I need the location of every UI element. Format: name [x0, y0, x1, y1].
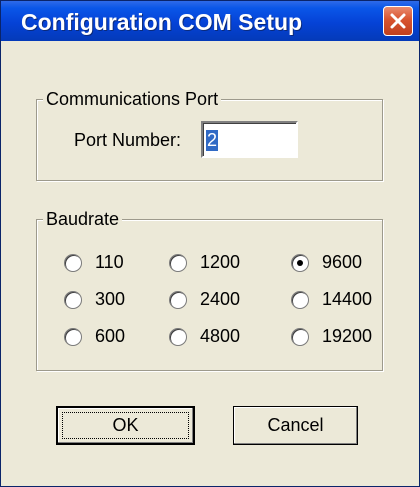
radio-label: 2400 [200, 289, 241, 309]
radio-label: 600 [95, 326, 126, 346]
close-icon [390, 13, 406, 29]
radio-label: 9600 [322, 252, 363, 272]
port-number-value: 2 [206, 130, 219, 151]
cancel-button-label: Cancel [267, 415, 324, 435]
port-number-label: Port Number: [74, 130, 182, 150]
communications-port-legend: Communications Port [43, 89, 222, 110]
cancel-button[interactable]: Cancel [233, 406, 358, 445]
radio-label: 1200 [200, 252, 241, 272]
radio-circle [64, 328, 82, 346]
radio-circle [291, 328, 309, 346]
window-title: Configuration COM Setup [21, 9, 303, 35]
radio-label: 110 [95, 252, 124, 272]
radio-label: 4800 [200, 326, 241, 346]
radio-circle [291, 254, 309, 272]
radio-circle [169, 328, 187, 346]
radio-label: 14400 [322, 289, 373, 309]
focus-rectangle [62, 412, 189, 439]
ok-button[interactable]: OK [56, 406, 195, 445]
radio-selected-dot [297, 260, 303, 266]
dialog-window: Configuration COM Setup Communications P… [0, 0, 420, 487]
radio-label: 300 [95, 289, 126, 309]
radio-circle [291, 291, 309, 309]
radio-circle [169, 254, 187, 272]
title-bar[interactable]: Configuration COM Setup [1, 1, 419, 41]
radio-circle [64, 254, 82, 272]
radio-circle [64, 291, 82, 309]
radio-circle [169, 291, 187, 309]
close-button[interactable] [383, 6, 413, 36]
radio-label: 19200 [322, 326, 373, 346]
baudrate-legend: Baudrate [43, 209, 123, 230]
port-number-input[interactable]: 2 [201, 121, 298, 158]
